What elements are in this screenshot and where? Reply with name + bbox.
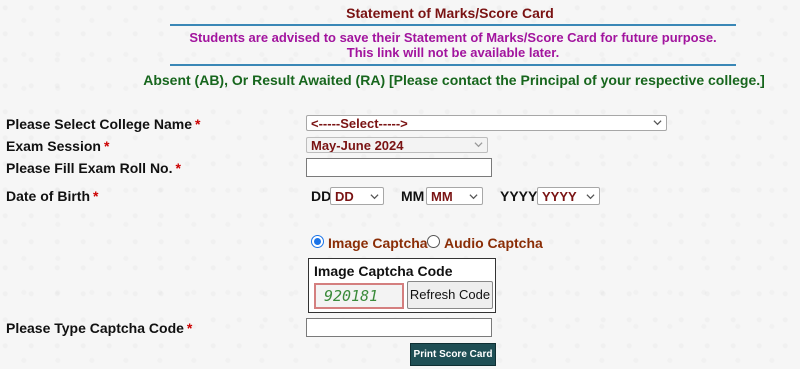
yyyy-select[interactable]: YYYY [537, 187, 600, 205]
session-label: Exam Session * [6, 138, 110, 154]
image-captcha-radio[interactable] [311, 235, 324, 248]
required-mark: * [103, 138, 110, 154]
advice-text: Students are advised to save their State… [170, 30, 736, 60]
refresh-code-button[interactable]: Refresh Code [407, 281, 493, 309]
audio-captcha-label[interactable]: Audio Captcha [444, 235, 543, 251]
advice-line-1: Students are advised to save their State… [189, 30, 717, 45]
dob-label: Date of Birth * [6, 188, 99, 204]
audio-captcha-radio[interactable] [427, 235, 440, 248]
page-title: Statement of Marks/Score Card [346, 5, 554, 21]
yyyy-label: YYYY [500, 188, 538, 204]
college-label: Please Select College Name * [6, 116, 201, 132]
advice-line-2: This link will not be available later. [346, 45, 560, 60]
image-captcha-label[interactable]: Image Captcha [328, 235, 428, 251]
college-select[interactable]: <-----Select-----> [306, 115, 667, 131]
rollno-input[interactable] [306, 158, 492, 177]
required-mark: * [195, 116, 201, 132]
mm-select[interactable]: MM [426, 187, 483, 205]
mm-label: MM [401, 188, 425, 204]
rollno-label: Please Fill Exam Roll No. * [6, 160, 181, 176]
captcha-input[interactable] [306, 318, 492, 337]
chevron-down-icon [653, 120, 662, 126]
print-score-card-button[interactable]: Print Score Card [410, 343, 496, 366]
top-rule [170, 24, 736, 26]
session-select[interactable]: May-June 2024 [306, 137, 488, 153]
captcha-box: Image Captcha Code 920181 Refresh Code [308, 258, 496, 313]
chevron-down-icon [474, 142, 483, 148]
captcha-box-title: Image Captcha Code [314, 263, 453, 279]
required-mark: * [175, 160, 181, 176]
chevron-down-icon [586, 194, 595, 200]
bottom-rule [170, 64, 736, 66]
dd-label: DD [311, 188, 332, 204]
required-mark: * [93, 188, 99, 204]
captcha-image: 920181 [314, 283, 404, 309]
dd-select[interactable]: DD [330, 187, 384, 205]
chevron-down-icon [469, 194, 478, 200]
absent-note: Absent (AB), Or Result Awaited (RA) [Ple… [143, 72, 765, 88]
required-mark: * [186, 320, 193, 336]
chevron-down-icon [370, 194, 379, 200]
captcha-type-label: Please Type Captcha Code * [6, 320, 193, 336]
